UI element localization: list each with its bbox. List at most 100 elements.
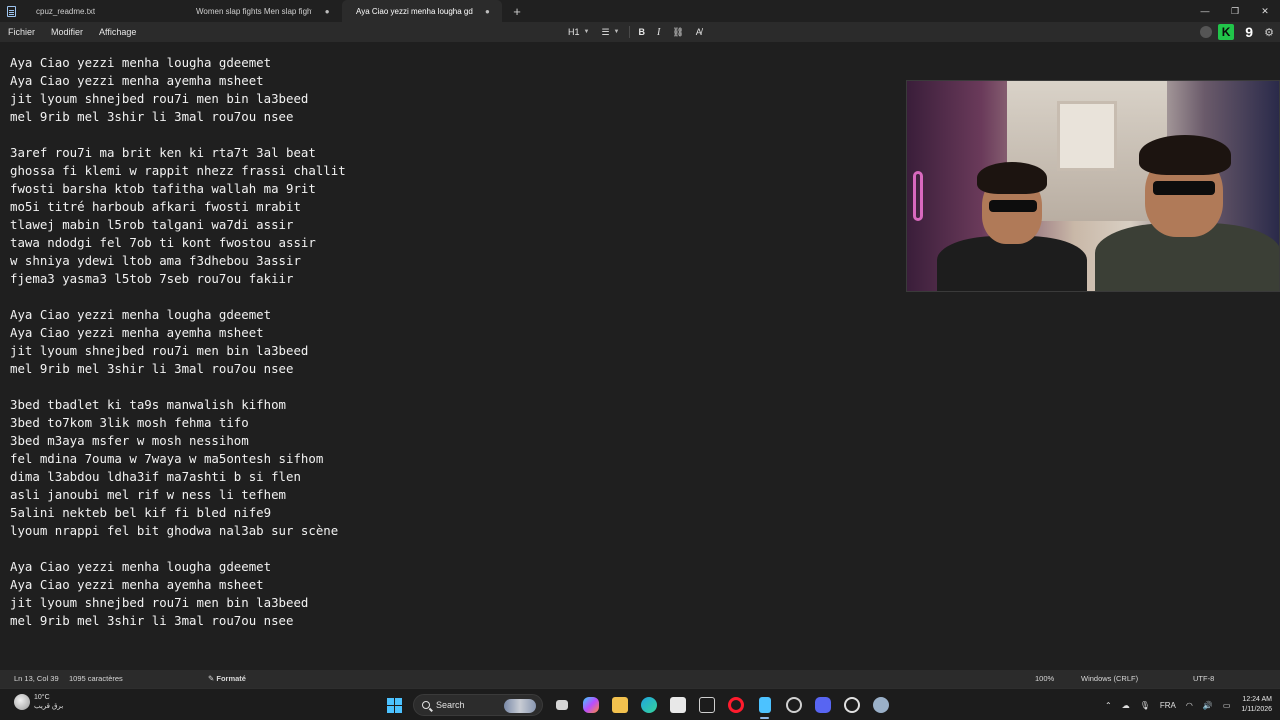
document-line[interactable]: jit lyoum shnejbed rou7i men bin la3beed — [10, 594, 346, 612]
minimize-button[interactable]: — — [1190, 0, 1220, 22]
k-badge-icon[interactable]: K — [1218, 24, 1235, 40]
document-line[interactable]: 3bed tbadlet ki ta9s manwalish kifhom — [10, 396, 346, 414]
window-controls: — ❐ ✕ — [1190, 0, 1280, 22]
settings-app-icon[interactable] — [866, 689, 895, 720]
list-dropdown[interactable]: ☰ ▼ — [595, 22, 625, 42]
document-line[interactable]: 3bed m3aya msfer w mosh nessihom — [10, 432, 346, 450]
document-line[interactable]: fwosti barsha ktob tafitha wallah ma 9ri… — [10, 180, 346, 198]
document-line[interactable] — [10, 288, 346, 306]
toolbar-divider — [628, 26, 630, 38]
document-line[interactable]: Aya Ciao yezzi menha lougha gdeemet — [10, 558, 346, 576]
document-line[interactable]: lyoum nrappi fel bit ghodwa nal3ab sur s… — [10, 522, 346, 540]
start-button[interactable] — [380, 689, 409, 720]
text-editor[interactable]: Aya Ciao yezzi menha lougha gdeemet Aya C… — [0, 42, 1280, 670]
tab-aya-ciao[interactable]: Aya Ciao yezzi menha lougha gdee ● — [342, 0, 502, 22]
task-view-button[interactable] — [547, 689, 576, 720]
media-player-icon[interactable] — [837, 689, 866, 720]
document-line[interactable] — [10, 540, 346, 558]
encoding[interactable]: UTF-8 — [1193, 674, 1214, 683]
edge-icon[interactable] — [634, 689, 663, 720]
heading-label: H1 — [568, 27, 580, 37]
document-text[interactable]: Aya Ciao yezzi menha lougha gdeemet Aya C… — [10, 54, 346, 630]
document-line[interactable]: mel 9rib mel 3shir li 3mal rou7ou nsee — [10, 360, 346, 378]
nine-badge-icon[interactable]: 9 — [1240, 24, 1258, 40]
search-label: Search — [436, 700, 465, 710]
clock-date: 1/11/2026 — [1241, 706, 1272, 713]
tab-cpuz-readme[interactable]: cpuz_readme.txt — [22, 0, 182, 22]
settings-icon[interactable]: ⚙ — [1264, 26, 1274, 39]
document-line[interactable]: Aya Ciao yezzi menha ayemha msheet — [10, 324, 346, 342]
title-tab-bar: cpuz_readme.txt Women slap fights Men sl… — [0, 0, 1280, 22]
document-line[interactable]: fel mdina 7ouma w 7waya w ma5ontesh sifh… — [10, 450, 346, 468]
document-line[interactable]: Aya Ciao yezzi menha ayemha msheet — [10, 576, 346, 594]
system-tray: ⌃ ☁ 🎙 FRA ◠ 🔊 ▭ 12:24 AM 1/11/2026 — [1100, 689, 1280, 720]
notepad-taskbar-icon[interactable] — [750, 689, 779, 720]
document-line[interactable]: mel 9rib mel 3shir li 3mal rou7ou nsee — [10, 612, 346, 630]
document-line[interactable]: jit lyoum shnejbed rou7i men bin la3beed — [10, 90, 346, 108]
list-icon: ☰ — [601, 26, 610, 37]
new-tab-button[interactable]: + — [506, 0, 528, 22]
close-button[interactable]: ✕ — [1250, 0, 1280, 22]
bold-button[interactable]: B — [633, 22, 652, 42]
document-line[interactable]: 5alini nekteb bel kif fi bled nife9 — [10, 504, 346, 522]
menu-view[interactable]: Affichage — [91, 27, 144, 37]
document-line[interactable]: Aya Ciao yezzi menha ayemha msheet — [10, 72, 346, 90]
line-ending[interactable]: Windows (CRLF) — [1081, 674, 1138, 683]
document-line[interactable]: ghossa fi klemi w rappit nhezz frassi ch… — [10, 162, 346, 180]
volume-icon[interactable]: 🔊 — [1198, 701, 1218, 710]
tab-label: Women slap fights Men slap fights — [196, 6, 313, 16]
link-button[interactable]: ⛓ — [666, 22, 689, 42]
unsaved-dot-icon[interactable]: ● — [322, 7, 332, 16]
italic-button[interactable]: I — [651, 22, 666, 42]
wifi-icon[interactable]: ◠ — [1181, 701, 1198, 710]
right-tools: K 9 ⚙ — [1200, 22, 1274, 42]
zoom-level[interactable]: 100% — [1035, 674, 1054, 683]
document-line[interactable]: mel 9rib mel 3shir li 3mal rou7ou nsee — [10, 108, 346, 126]
document-line[interactable]: tawa ndodgi fel 7ob ti kont fwostou assi… — [10, 234, 346, 252]
document-line[interactable] — [10, 126, 346, 144]
format-indicator[interactable]: ✎ Formaté — [208, 674, 246, 683]
weather-widget[interactable]: 10°C برق قريب — [14, 693, 63, 711]
account-icon[interactable] — [1200, 26, 1213, 38]
document-line[interactable]: Aya Ciao yezzi menha lougha gdeemet — [10, 54, 346, 72]
store-icon[interactable] — [663, 689, 692, 720]
opera-icon[interactable] — [721, 689, 750, 720]
chevron-up-icon[interactable]: ⌃ — [1100, 701, 1117, 710]
battery-icon[interactable]: ▭ — [1218, 701, 1236, 710]
document-line[interactable]: jit lyoum shnejbed rou7i men bin la3beed — [10, 342, 346, 360]
person-right — [1085, 123, 1279, 291]
notion-icon[interactable] — [692, 689, 721, 720]
clear-formatting-button[interactable]: A̸ — [690, 22, 708, 42]
cloud-icon[interactable]: ☁ — [1117, 701, 1135, 710]
clock[interactable]: 12:24 AM 1/11/2026 — [1235, 695, 1280, 715]
chatgpt-icon[interactable] — [779, 689, 808, 720]
document-line[interactable]: w shniya ydewi ltob ama f3dhebou 3assir — [10, 252, 346, 270]
search-highlight-image — [504, 699, 536, 713]
clock-time: 12:24 AM — [1242, 696, 1272, 703]
tab-slap-fights[interactable]: Women slap fights Men slap fights ● — [182, 0, 342, 22]
document-line[interactable]: fjema3 yasma3 l5tob 7seb rou7ou fakiir — [10, 270, 346, 288]
menu-file[interactable]: Fichier — [0, 27, 43, 37]
document-line[interactable] — [10, 378, 346, 396]
document-line[interactable]: dima l3abdou ldha3if ma7ashti b si flen — [10, 468, 346, 486]
document-line[interactable]: asli janoubi mel rif w ness li tefhem — [10, 486, 346, 504]
document-line[interactable]: 3bed to7kom 3lik mosh fehma tifo — [10, 414, 346, 432]
search-icon — [422, 701, 430, 709]
taskbar-search[interactable]: Search — [413, 694, 543, 716]
language-indicator[interactable]: FRA — [1155, 701, 1181, 710]
tab-label: cpuz_readme.txt — [36, 6, 96, 16]
status-bar: Ln 13, Col 39 1095 caractères ✎ Formaté … — [0, 670, 1280, 688]
unsaved-dot-icon[interactable]: ● — [483, 7, 492, 16]
menu-edit[interactable]: Modifier — [43, 27, 91, 37]
microphone-icon[interactable]: 🎙 — [1135, 701, 1155, 710]
document-line[interactable]: mo5i titré harboub afkari fwosti mrabit — [10, 198, 346, 216]
heading-dropdown[interactable]: H1 ▼ — [562, 22, 595, 42]
document-line[interactable]: 3aref rou7i ma brit ken ki rta7t 3al bea… — [10, 144, 346, 162]
document-line[interactable]: Aya Ciao yezzi menha lougha gdeemet — [10, 306, 346, 324]
discord-icon[interactable] — [808, 689, 837, 720]
taskbar-apps: Search — [380, 689, 895, 720]
copilot-icon[interactable] — [576, 689, 605, 720]
file-explorer-icon[interactable] — [605, 689, 634, 720]
document-line[interactable]: tlawej mabin l5rob talgani wa7di assir — [10, 216, 346, 234]
maximize-button[interactable]: ❐ — [1220, 0, 1250, 22]
